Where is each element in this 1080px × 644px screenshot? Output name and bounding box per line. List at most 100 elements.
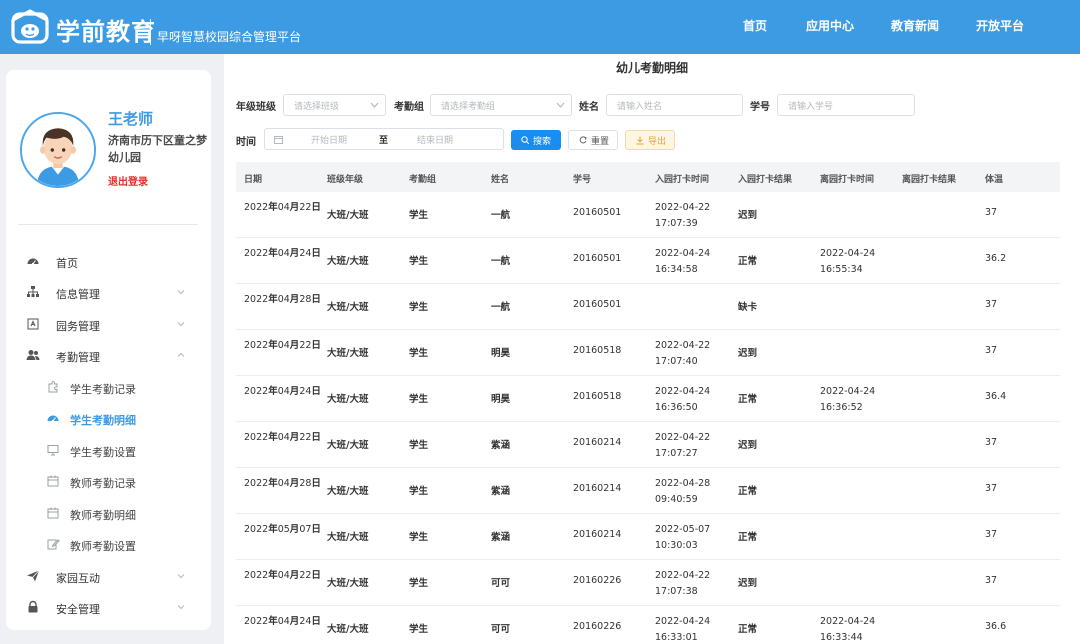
chevron-down-icon (176, 287, 186, 297)
cell-name: 紫涵 (491, 440, 511, 451)
reset-button-label: 重置 (591, 137, 610, 147)
chevron-down-icon (370, 102, 379, 108)
start-date-placeholder: 开始日期 (311, 136, 348, 146)
cell-group: 学生 (409, 578, 429, 589)
group-select[interactable]: 请选择考勤组 (430, 94, 572, 116)
group-select-placeholder: 请选择考勤组 (441, 102, 496, 112)
main-content: 幼儿考勤明细 年级班级 请选择班级 考勤组 请选择考勤组 姓名 请输入姓名 学号… (224, 54, 1080, 644)
cell-date: 2022年04月22日 (244, 340, 321, 351)
cell-date: 2022年04月22日 (244, 202, 321, 213)
name-filter-label: 姓名 (579, 102, 599, 113)
sidebar-item-6[interactable]: 学生考勤设置 (6, 439, 211, 463)
cell-temperature: 36.2 (985, 253, 1007, 264)
cell-in-time: 2022-04-22 17:07:27 (655, 432, 711, 459)
col-header-class: 班级年级 (327, 175, 364, 185)
class-select[interactable]: 请选择班级 (283, 94, 386, 116)
export-button-label: 导出 (648, 137, 667, 147)
class-filter-label: 年级班级 (236, 102, 276, 113)
table-row: 2022年04月28日 大班/大班 学生 一航 20160501 缺卡 37 (236, 284, 1060, 330)
range-separator: 至 (379, 136, 389, 146)
sidebar-item-1[interactable]: 信息管理 (6, 281, 211, 305)
cell-out-time: 2022-04-24 16:33:44 (820, 616, 876, 643)
id-filter-label: 学号 (750, 102, 770, 113)
sidebar-item-5[interactable]: 学生考勤明细 (6, 407, 211, 431)
cell-in-time: 2022-04-22 17:07:38 (655, 570, 711, 597)
top-header: 学前教育 早呀智慧校园综合管理平台 首页 应用中心 教育新闻 开放平台 (0, 0, 1080, 54)
cell-temperature: 37 (985, 299, 998, 310)
table-row: 2022年04月22日 大班/大班 学生 紫涵 20160214 2022-04-22 1… (236, 422, 1060, 468)
cell-in-result: 正常 (738, 532, 758, 543)
cell-out-time: 2022-04-24 16:55:34 (820, 248, 876, 275)
page-title: 幼儿考勤明细 (615, 61, 688, 75)
send-icon (26, 569, 40, 583)
cell-student-id: 20160214 (573, 529, 622, 540)
reset-button[interactable]: 重置 (568, 130, 618, 150)
cell-name: 明昊 (491, 348, 511, 359)
cell-group: 学生 (409, 302, 429, 313)
nav-app-center[interactable]: 应用中心 (806, 17, 854, 34)
student-id-input[interactable]: 请输入学号 (777, 94, 915, 116)
sidebar-item-3[interactable]: 考勤管理 (6, 344, 211, 368)
cell-student-id: 20160518 (573, 391, 622, 402)
dashboard-icon (26, 254, 40, 268)
sidebar-item-2[interactable]: 园务管理 (6, 313, 211, 337)
table-row: 2022年04月24日 大班/大班 学生 可可 20160226 2022-04-24 1… (236, 606, 1060, 644)
cell-date: 2022年04月22日 (244, 432, 321, 443)
nav-edu-news[interactable]: 教育新闻 (891, 17, 939, 34)
search-button[interactable]: 搜索 (511, 130, 561, 150)
sidebar-item-8[interactable]: 教师考勤明细 (6, 502, 211, 526)
cell-date: 2022年04月24日 (244, 616, 321, 627)
nav-home[interactable]: 首页 (743, 17, 767, 34)
user-name: 王老师 (108, 110, 154, 128)
sidebar-item-label: 园务管理 (56, 320, 100, 333)
end-date-placeholder: 结束日期 (417, 136, 454, 146)
cell-in-time: 2022-05-07 10:30:03 (655, 524, 711, 551)
cell-group: 学生 (409, 256, 429, 267)
cell-class: 大班/大班 (327, 624, 369, 635)
sidebar-item-7[interactable]: 教师考勤记录 (6, 470, 211, 494)
sidebar-item-label: 考勤管理 (56, 351, 100, 364)
cell-name: 一航 (491, 256, 511, 267)
nav-open-platform[interactable]: 开放平台 (976, 17, 1024, 34)
cell-student-id: 20160518 (573, 345, 622, 356)
cell-group: 学生 (409, 486, 429, 497)
cell-in-time: 2022-04-28 09:40:59 (655, 478, 711, 505)
logo-icon (11, 9, 49, 44)
sidebar-item-10[interactable]: 家园互动 (6, 565, 211, 589)
export-button[interactable]: 导出 (625, 130, 675, 150)
sidebar-item-label: 教师考勤设置 (70, 540, 136, 553)
edit-icon (46, 537, 60, 551)
cell-group: 学生 (409, 394, 429, 405)
download-icon (636, 136, 644, 145)
calendar-icon (46, 474, 60, 488)
col-header-in-time: 入园打卡时间 (655, 175, 710, 185)
cell-group: 学生 (409, 440, 429, 451)
name-input-placeholder: 请输入姓名 (617, 102, 663, 112)
table-header: 日期 班级年级 考勤组 姓名 学号 入园打卡时间 入园打卡结果 离园打卡时间 离… (236, 162, 1060, 192)
sidebar-item-4[interactable]: 学生考勤记录 (6, 376, 211, 400)
cell-in-time: 2022-04-22 17:07:40 (655, 340, 711, 367)
col-header-out-result: 离园打卡结果 (902, 175, 957, 185)
sidebar-item-label: 学生考勤明细 (70, 414, 136, 427)
sidebar-item-9[interactable]: 教师考勤设置 (6, 533, 211, 557)
date-range-picker[interactable]: 开始日期 至 结束日期 (264, 128, 504, 150)
sidebar-item-11[interactable]: 安全管理 (6, 596, 211, 620)
cell-name: 一航 (491, 210, 511, 221)
cell-date: 2022年04月28日 (244, 478, 321, 489)
logout-link[interactable]: 退出登录 (108, 173, 148, 188)
cell-group: 学生 (409, 348, 429, 359)
cell-in-result: 迟到 (738, 440, 758, 451)
sidebar-item-label: 教师考勤明细 (70, 509, 136, 522)
cell-in-time: 2022-04-24 16:34:58 (655, 248, 711, 275)
cell-student-id: 20160501 (573, 299, 622, 310)
logo-text: 学前教育 (56, 18, 156, 46)
cell-out-time: 2022-04-24 16:36:52 (820, 386, 876, 413)
avatar (20, 112, 96, 188)
cell-student-id: 20160226 (573, 575, 622, 586)
sidebar-item-0[interactable]: 首页 (6, 250, 211, 274)
cell-name: 明昊 (491, 394, 511, 405)
cell-in-time: 2022-04-24 16:36:50 (655, 386, 711, 413)
name-input[interactable]: 请输入姓名 (606, 94, 743, 116)
table-row: 2022年04月24日 大班/大班 学生 一航 20160501 2022-04-24 1… (236, 238, 1060, 284)
user-school: 济南市历下区童之梦幼儿园 (108, 134, 207, 164)
